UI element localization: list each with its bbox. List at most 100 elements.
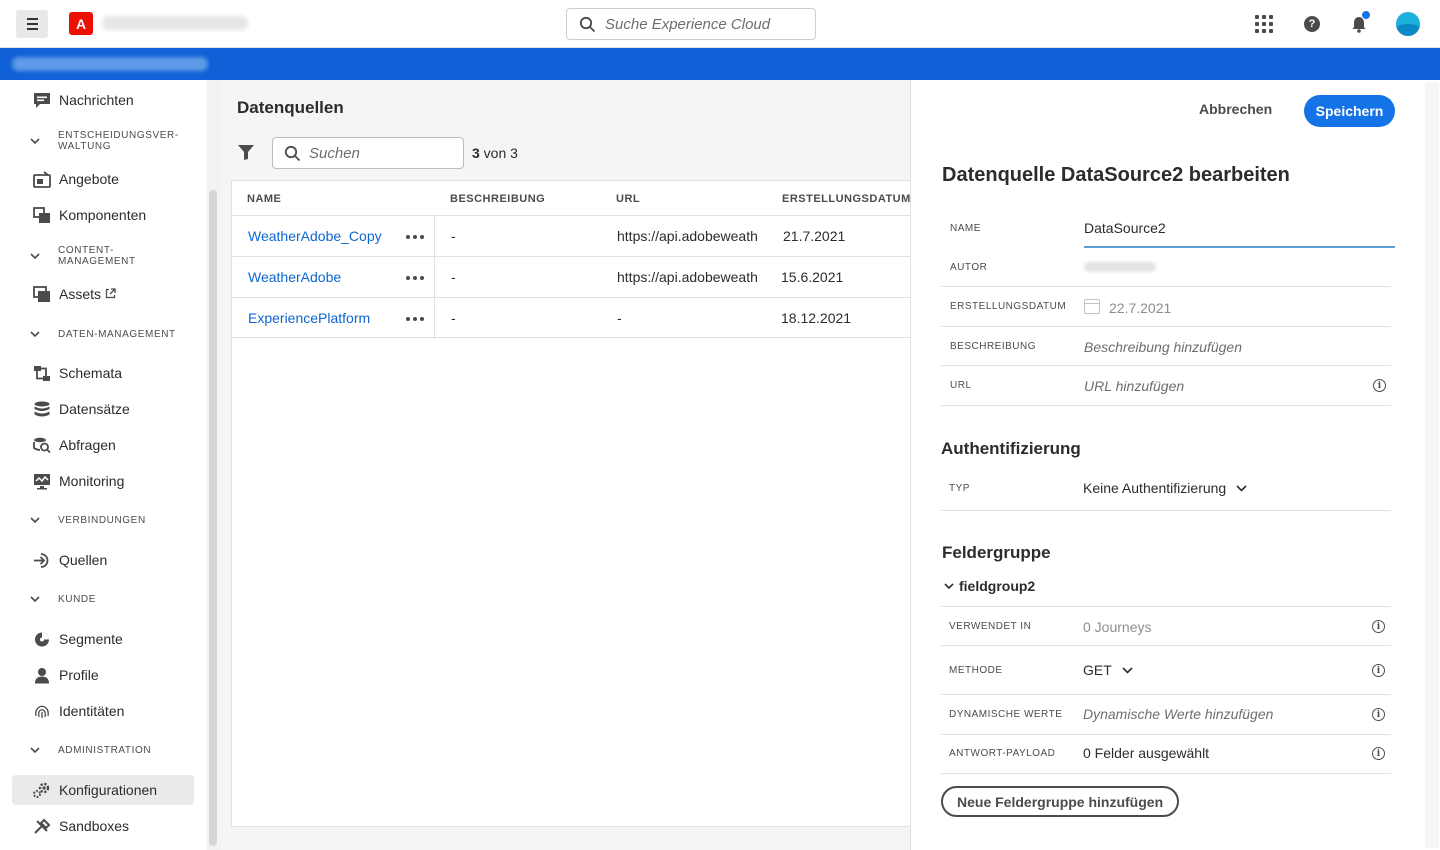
table-row[interactable]: ExperiencePlatform - - 18.12.2021	[232, 297, 911, 339]
field-label: AUTOR	[950, 262, 988, 273]
hamburger-menu-icon[interactable]	[16, 10, 48, 38]
apps-grid-icon[interactable]	[1252, 12, 1276, 36]
name-input[interactable]: DataSource2	[1084, 220, 1166, 236]
author-value-redacted	[1084, 262, 1156, 272]
sidebar-item-label: Segmente	[59, 631, 123, 647]
response-payload-value[interactable]: 0 Felder ausgewählt	[1083, 745, 1209, 761]
field-label: URL	[950, 380, 972, 391]
adobe-logo[interactable]: A	[69, 12, 93, 35]
column-header-name[interactable]: NAME	[247, 193, 281, 205]
used-in-value: 0 Journeys	[1083, 619, 1152, 635]
info-icon[interactable]: i	[1372, 708, 1385, 721]
chevron-down-icon	[30, 596, 42, 603]
sidebar-item-quellen[interactable]: Quellen	[12, 545, 194, 575]
assets-icon	[32, 284, 52, 304]
sidebar-item-segmente[interactable]: Segmente	[12, 624, 194, 654]
table-row[interactable]: WeatherAdobe_Copy - https://api.adobewea…	[232, 215, 911, 257]
sidebar-item-schemata[interactable]: Schemata	[12, 358, 194, 388]
nav-section-header[interactable]: ADMINISTRATION	[30, 745, 151, 756]
sidebar-item-konfigurationen[interactable]: Konfigurationen	[12, 775, 194, 805]
sidebar-item-identitäten[interactable]: Identitäten	[12, 696, 194, 726]
auth-type-value: Keine Authentifizierung	[1083, 480, 1227, 496]
column-header-created[interactable]: ERSTELLUNGSDATUM	[782, 193, 911, 205]
save-button[interactable]: Speichern	[1304, 95, 1395, 127]
edit-datasource-panel: Abbrechen Speichern Datenquelle DataSour…	[910, 80, 1440, 850]
method-dropdown[interactable]: GET	[1083, 662, 1133, 678]
field-row-response-payload: ANTWORT-PAYLOAD 0 Felder ausgewählt i	[941, 735, 1391, 774]
field-row-created: ERSTELLUNGSDATUM 22.7.2021	[941, 287, 1391, 327]
column-header-url[interactable]: URL	[616, 193, 640, 205]
cancel-button[interactable]: Abbrechen	[1199, 101, 1272, 117]
sidebar-item-monitoring[interactable]: Monitoring	[12, 466, 194, 496]
datasource-name-link[interactable]: WeatherAdobe_Copy	[248, 228, 382, 244]
fieldgroup-toggle[interactable]: fieldgroup2	[944, 578, 1035, 594]
nav-section-header[interactable]: CONTENT- MANAGEMENT	[30, 245, 136, 267]
global-search-input[interactable]: Suche Experience Cloud	[566, 8, 816, 40]
sandbox-name-redacted[interactable]	[12, 57, 208, 71]
datasources-table: NAME BESCHREIBUNG URL ERSTELLUNGSDATUM W…	[231, 180, 911, 827]
datasource-name-link[interactable]: WeatherAdobe	[248, 269, 341, 285]
query-icon	[32, 435, 52, 455]
more-actions-icon[interactable]	[406, 276, 424, 280]
add-fieldgroup-button[interactable]: Neue Feldergruppe hinzufügen	[941, 786, 1180, 817]
datasource-url: https://api.adobeweathe	[617, 269, 757, 285]
dynamic-values-input[interactable]: Dynamische Werte hinzufügen	[1083, 706, 1273, 722]
field-label: METHODE	[949, 665, 1003, 676]
info-icon[interactable]: i	[1372, 747, 1385, 760]
datasource-search-input[interactable]: Suchen	[272, 137, 464, 169]
nav-section-header[interactable]: ENTSCHEIDUNGSVER- WALTUNG	[30, 130, 179, 152]
nav-section-header[interactable]: DATEN-MANAGEMENT	[30, 329, 176, 340]
user-avatar[interactable]	[1396, 12, 1420, 36]
more-actions-icon[interactable]	[406, 317, 424, 321]
nav-section-header[interactable]: KUNDE	[30, 594, 96, 605]
auth-type-dropdown[interactable]: Keine Authentifizierung	[1083, 480, 1247, 496]
sidebar-item-assets[interactable]: Assets	[12, 279, 194, 309]
method-value: GET	[1083, 662, 1112, 678]
description-input[interactable]: Beschreibung hinzufügen	[1084, 339, 1242, 355]
search-placeholder: Suchen	[309, 145, 360, 162]
info-icon[interactable]: i	[1372, 664, 1385, 677]
nav-section-header[interactable]: VERBINDUNGEN	[30, 515, 146, 526]
chevron-down-icon	[1122, 666, 1133, 674]
field-row-used-in: VERWENDET IN 0 Journeys i	[941, 606, 1391, 646]
field-row-method: METHODE i	[941, 646, 1391, 695]
notifications-bell-icon[interactable]	[1347, 10, 1371, 36]
notification-badge	[1361, 10, 1371, 20]
nav-section-label: KUNDE	[58, 594, 97, 605]
datasource-description: -	[451, 269, 456, 285]
main-content: Datenquellen Suchen 3 von 3 NAME BESCHRE…	[221, 80, 911, 850]
sidebar-item-abfragen[interactable]: Abfragen	[12, 430, 194, 460]
global-search-placeholder: Suche Experience Cloud	[605, 16, 771, 33]
gear-icon	[32, 780, 52, 800]
panel-scroll-track[interactable]	[1425, 82, 1439, 848]
chevron-down-icon	[30, 517, 42, 524]
sidebar-item-nachrichten[interactable]: Nachrichten	[12, 85, 194, 115]
sidebar-item-label: Abfragen	[59, 437, 116, 453]
info-icon[interactable]: i	[1373, 379, 1386, 392]
sidebar-item-sandboxes[interactable]: Sandboxes	[12, 811, 194, 841]
sidebar-item-komponenten[interactable]: Komponenten	[12, 200, 194, 230]
info-icon[interactable]: i	[1372, 620, 1385, 633]
field-label: TYP	[949, 483, 970, 494]
field-row-dynamic-values: DYNAMISCHE WERTE Dynamische Werte hinzuf…	[941, 695, 1391, 735]
datasource-name-link[interactable]: ExperiencePlatform	[248, 310, 370, 326]
more-actions-icon[interactable]	[406, 235, 424, 239]
field-label: VERWENDET IN	[949, 621, 1032, 632]
column-header-description[interactable]: BESCHREIBUNG	[450, 193, 545, 205]
table-row[interactable]: WeatherAdobe - https://api.adobeweathe 1…	[232, 256, 911, 298]
filter-icon[interactable]	[237, 144, 255, 161]
sidebar-scrollbar[interactable]	[209, 190, 217, 846]
sidebar-item-datensätze[interactable]: Datensätze	[12, 394, 194, 424]
help-icon[interactable]: ?	[1300, 12, 1324, 36]
left-nav: Nachrichten ENTSCHEIDUNGSVER- WALTUNG Ange…	[0, 80, 207, 850]
sidebar-item-label: Datensätze	[59, 401, 130, 417]
nav-section-label: VERBINDUNGEN	[58, 515, 146, 526]
url-input[interactable]: URL hinzufügen	[1084, 378, 1184, 394]
context-bar	[0, 48, 1440, 80]
field-row-author: AUTOR	[941, 248, 1391, 287]
sources-icon	[32, 550, 52, 570]
sidebar-item-angebote[interactable]: Angebote	[12, 164, 194, 194]
sidebar-item-profile[interactable]: Profile	[12, 660, 194, 690]
datasource-url: -	[617, 310, 622, 326]
field-row-name: NAME DataSource2	[941, 208, 1395, 248]
